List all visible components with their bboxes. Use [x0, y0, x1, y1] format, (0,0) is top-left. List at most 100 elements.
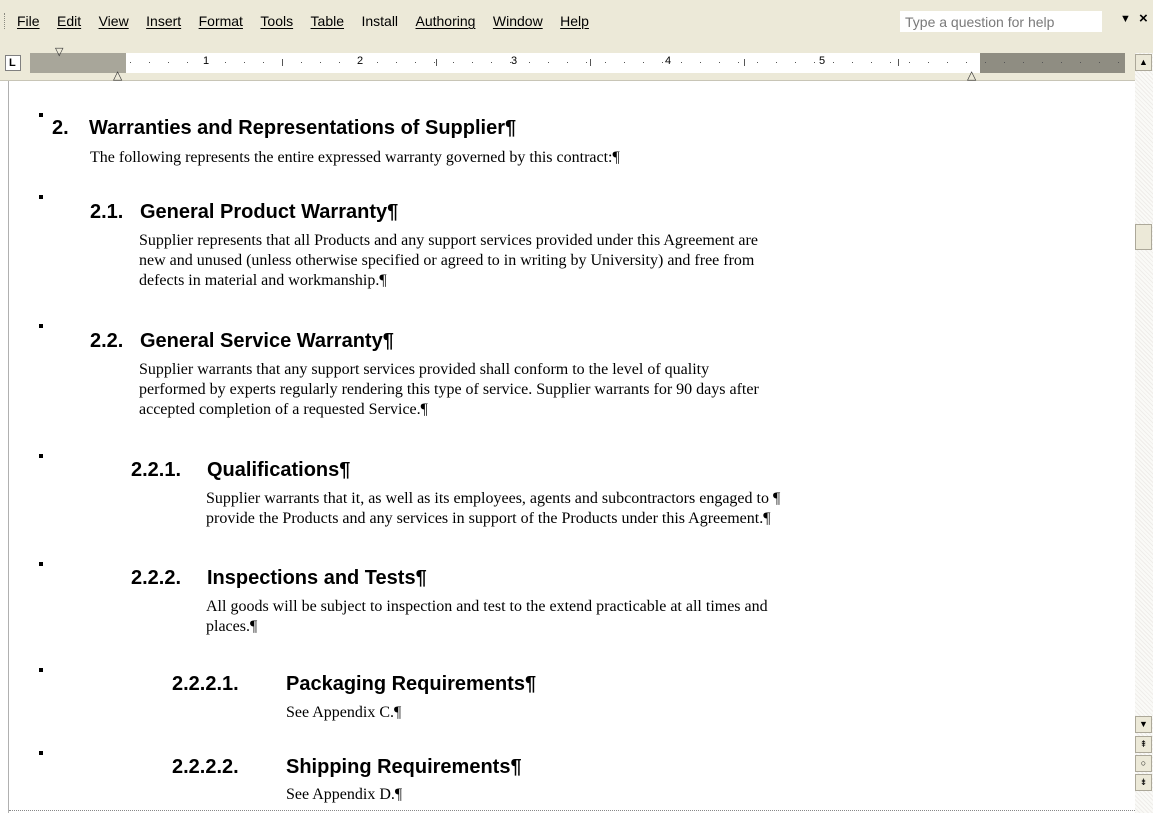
menu-table[interactable]: Table	[308, 13, 347, 29]
heading-3[interactable]: 2.2.2. Inspections and Tests¶	[131, 567, 427, 590]
heading-number: 2.2.2.2.	[172, 756, 239, 778]
next-page-icon[interactable]: ⇟	[1135, 774, 1152, 791]
menu-format[interactable]: Format	[196, 13, 246, 29]
ruler-number: 5	[819, 55, 826, 67]
ruler-dot	[947, 62, 948, 63]
first-line-indent-marker[interactable]: ▽	[55, 45, 63, 58]
ruler-dot	[1080, 62, 1081, 63]
ruler-dot	[358, 62, 359, 63]
ruler-dot	[985, 62, 986, 63]
help-question-input[interactable]: Type a question for help	[900, 11, 1102, 32]
menu-install[interactable]: Install	[358, 13, 401, 29]
menu-insert[interactable]: Insert	[143, 13, 184, 29]
ruler-dot	[396, 62, 397, 63]
ruler-dot	[1061, 62, 1062, 63]
paragraph[interactable]: All goods will be subject to inspection …	[206, 597, 768, 637]
scroll-up-icon[interactable]: ▲	[1135, 54, 1152, 71]
paragraph-line: See Appendix C.¶	[286, 704, 402, 721]
menu-items: File Edit View Insert Format Tools Table…	[14, 13, 599, 31]
ruler-dot	[700, 62, 701, 63]
bullet-marker	[39, 751, 43, 755]
paragraph[interactable]: See Appendix C.¶	[286, 703, 401, 723]
paragraph[interactable]: See Appendix D.¶	[286, 785, 402, 805]
ruler-dot	[1023, 62, 1024, 63]
paragraph-line: places.¶	[206, 618, 258, 635]
ruler-dot	[301, 62, 302, 63]
hanging-indent-marker[interactable]: △	[113, 68, 122, 82]
ruler-dot	[681, 62, 682, 63]
paragraph-line: defects in material and workmanship.¶	[139, 272, 387, 289]
menu-edit[interactable]: Edit	[54, 13, 84, 29]
ruler-dot	[1099, 62, 1100, 63]
ruler-dot	[852, 62, 853, 63]
close-icon[interactable]: ×	[1139, 10, 1148, 27]
scroll-thumb[interactable]	[1135, 224, 1152, 250]
ruler-dot	[1118, 62, 1119, 63]
ruler-left-margin	[30, 53, 126, 73]
ruler-dot	[244, 62, 245, 63]
heading-number: 2.2.2.1.	[172, 673, 239, 695]
ruler-right-margin	[980, 53, 1125, 73]
paragraph-line: Supplier warrants that it, as well as it…	[206, 490, 781, 507]
ruler-dot	[833, 62, 834, 63]
heading-4[interactable]: 2.2.2.2. Shipping Requirements¶	[172, 756, 522, 779]
ruler-dot	[130, 62, 131, 63]
ruler-tick	[744, 59, 745, 66]
ruler-dot	[757, 62, 758, 63]
ruler-number: 4	[665, 55, 672, 67]
heading-2[interactable]: 2.2. General Service Warranty¶	[90, 330, 394, 353]
ruler-dot	[149, 62, 150, 63]
heading-1[interactable]: 2. Warranties and Representations of Supp…	[52, 117, 516, 140]
heading-title: Qualifications¶	[207, 459, 351, 481]
select-browse-object-icon[interactable]: ○	[1135, 755, 1152, 772]
ruler-dot	[643, 62, 644, 63]
paragraph-line: All goods will be subject to inspection …	[206, 598, 768, 615]
menu-help[interactable]: Help	[557, 13, 592, 29]
menu-window[interactable]: Window	[490, 13, 546, 29]
heading-4[interactable]: 2.2.2.1. Packaging Requirements¶	[172, 673, 536, 696]
heading-number: 2.1.	[90, 201, 124, 223]
ruler-dot	[928, 62, 929, 63]
paragraph-line: provide the Products and any services in…	[206, 510, 771, 527]
ruler-dot	[548, 62, 549, 63]
vertical-scrollbar[interactable]: ▲ ▼ ⇞ ○ ⇟	[1135, 53, 1153, 813]
heading-2[interactable]: 2.1. General Product Warranty¶	[90, 201, 398, 224]
heading-title: General Service Warranty¶	[140, 330, 394, 352]
ruler-number: 2	[357, 55, 364, 67]
menu-view[interactable]: View	[96, 13, 132, 29]
previous-page-icon[interactable]: ⇞	[1135, 736, 1152, 753]
menu-file[interactable]: File	[14, 13, 43, 29]
tab-selector-button[interactable]: L	[5, 55, 21, 71]
ruler-dot	[662, 62, 663, 63]
document-page[interactable]	[0, 81, 1134, 813]
paragraph[interactable]: Supplier warrants that it, as well as it…	[206, 489, 780, 529]
paragraph[interactable]: Supplier represents that all Products an…	[139, 231, 758, 291]
right-indent-marker[interactable]: △	[967, 68, 976, 82]
paragraph[interactable]: Supplier warrants that any support servi…	[139, 360, 759, 420]
ruler-dot	[434, 62, 435, 63]
paragraph-line: Supplier warrants that any support servi…	[139, 361, 710, 378]
ruler-dot	[738, 62, 739, 63]
bullet-marker	[39, 195, 43, 199]
ruler-dot	[453, 62, 454, 63]
ruler-dot	[187, 62, 188, 63]
paragraph-line: new and unused (unless otherwise specifi…	[139, 252, 755, 269]
ruler-dot	[263, 62, 264, 63]
bullet-marker	[39, 113, 43, 117]
page-break-line	[9, 810, 1135, 811]
horizontal-ruler[interactable]: 1 2 3 4 5	[30, 53, 1125, 73]
scroll-down-icon[interactable]: ▼	[1135, 716, 1152, 733]
heading-number: 2.2.1.	[131, 459, 182, 481]
chevron-down-icon[interactable]: ▼	[1120, 13, 1131, 25]
menu-authoring[interactable]: Authoring	[413, 13, 479, 29]
ruler-dot	[871, 62, 872, 63]
ruler-dot	[320, 62, 321, 63]
ruler-dot	[529, 62, 530, 63]
menu-tools[interactable]: Tools	[257, 13, 296, 29]
heading-3[interactable]: 2.2.1. Qualifications¶	[131, 459, 350, 482]
paragraph[interactable]: The following represents the entire expr…	[90, 148, 620, 168]
toolbar-grip[interactable]	[4, 13, 7, 29]
heading-number: 2.2.	[90, 330, 124, 352]
heading-title: General Product Warranty¶	[140, 201, 399, 223]
ruler-dot	[339, 62, 340, 63]
